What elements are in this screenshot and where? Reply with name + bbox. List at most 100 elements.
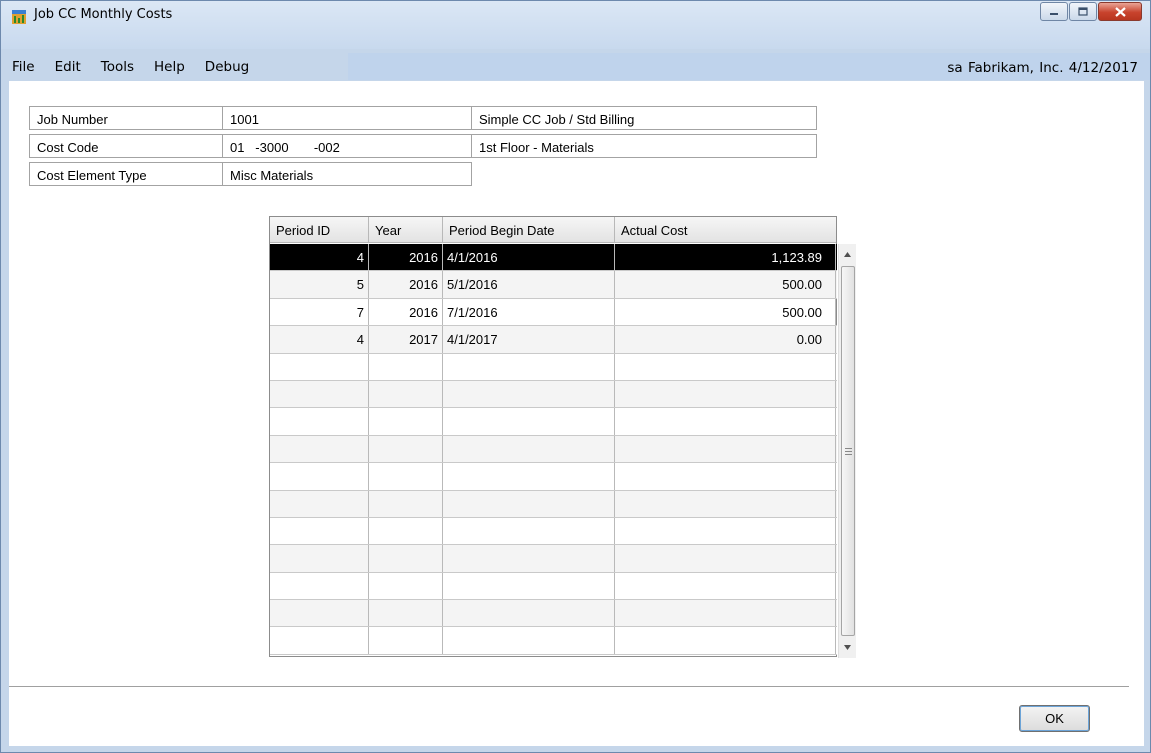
- title-bar[interactable]: Job CC Monthly Costs: [1, 1, 1150, 49]
- empty-cell: [369, 572, 443, 600]
- app-icon: [12, 10, 26, 24]
- menu-debug[interactable]: Debug: [195, 59, 259, 75]
- cell-begin-date: 4/1/2017: [443, 326, 615, 353]
- empty-table-row[interactable]: [270, 600, 837, 628]
- empty-table-row[interactable]: [270, 380, 837, 409]
- empty-cell: [443, 627, 615, 654]
- cost-code-field[interactable]: 01 -3000 -002: [222, 134, 472, 158]
- menu-help[interactable]: Help: [144, 59, 195, 75]
- empty-table-row[interactable]: [270, 517, 837, 546]
- empty-table-row[interactable]: [270, 353, 837, 381]
- empty-cell: [443, 353, 615, 380]
- maximize-button[interactable]: [1069, 2, 1097, 21]
- close-button[interactable]: [1098, 2, 1142, 21]
- cost-element-type-label: Cost Element Type: [29, 162, 223, 186]
- empty-cell: [615, 490, 836, 517]
- menu-bar: File Edit Tools Help Debug: [2, 53, 348, 80]
- empty-cell: [369, 490, 443, 517]
- empty-cell: [615, 435, 836, 463]
- grid-header: Period ID Year Period Begin Date Actual …: [270, 217, 836, 243]
- table-row[interactable]: 4 2016 4/1/2016 1,123.89: [270, 244, 837, 272]
- menu-file[interactable]: File: [2, 59, 45, 75]
- column-header-year[interactable]: Year: [369, 217, 443, 243]
- empty-table-row[interactable]: [270, 490, 837, 518]
- empty-cell: [369, 545, 443, 572]
- cost-code-description: 1st Floor - Materials: [471, 134, 817, 158]
- empty-cell: [270, 572, 369, 600]
- empty-cell: [615, 572, 836, 600]
- close-icon: [1114, 6, 1126, 17]
- cell-actual-cost: 1,123.89: [615, 244, 836, 271]
- empty-cell: [270, 353, 369, 380]
- app-window: Job CC Monthly Costs File Edit Tools Hel…: [0, 0, 1151, 753]
- column-header-period-begin-date[interactable]: Period Begin Date: [443, 217, 615, 243]
- empty-table-row[interactable]: [270, 545, 837, 573]
- grid-body: 4 2016 4/1/2016 1,123.89 5 2016 5/1/2016…: [270, 244, 837, 656]
- cell-period-id: 4: [270, 326, 369, 353]
- cell-year: 2016: [369, 271, 443, 298]
- empty-cell: [369, 408, 443, 435]
- cell-begin-date: 4/1/2016: [443, 244, 615, 271]
- empty-cell: [443, 408, 615, 435]
- empty-cell: [369, 353, 443, 380]
- job-number-field[interactable]: 1001: [222, 106, 472, 130]
- minimize-button[interactable]: [1040, 2, 1068, 21]
- empty-table-row[interactable]: [270, 572, 837, 601]
- scroll-thumb[interactable]: [841, 266, 855, 636]
- empty-cell: [443, 517, 615, 545]
- empty-cell: [443, 380, 615, 408]
- user-company-date: sa Fabrikam, Inc. 4/12/2017: [947, 60, 1138, 76]
- empty-table-row[interactable]: [270, 408, 837, 436]
- scroll-down-button[interactable]: [839, 639, 856, 656]
- cell-period-id: 4: [270, 244, 369, 271]
- window-title: Job CC Monthly Costs: [34, 7, 173, 22]
- column-header-period-id[interactable]: Period ID: [270, 217, 369, 243]
- empty-cell: [369, 463, 443, 490]
- empty-cell: [615, 545, 836, 572]
- monthly-costs-grid: Period ID Year Period Begin Date Actual …: [269, 216, 856, 658]
- cell-period-id: 7: [270, 298, 369, 326]
- table-row[interactable]: 4 2017 4/1/2017 0.00: [270, 326, 837, 354]
- empty-cell: [443, 490, 615, 517]
- cost-code-label: Cost Code: [29, 134, 223, 158]
- empty-cell: [615, 600, 836, 627]
- chevron-up-icon: [844, 252, 851, 257]
- empty-cell: [615, 353, 836, 380]
- ok-button[interactable]: OK: [1019, 705, 1090, 732]
- empty-cell: [443, 545, 615, 572]
- grip-icon: [844, 447, 852, 455]
- empty-cell: [443, 572, 615, 600]
- empty-cell: [270, 435, 369, 463]
- empty-cell: [369, 435, 443, 463]
- menu-edit[interactable]: Edit: [45, 59, 91, 75]
- table-row[interactable]: 7 2016 7/1/2016 500.00: [270, 298, 837, 327]
- cell-year: 2016: [369, 244, 443, 271]
- empty-cell: [443, 463, 615, 490]
- empty-cell: [270, 627, 369, 654]
- minimize-icon: [1050, 12, 1058, 15]
- menu-tools[interactable]: Tools: [91, 59, 144, 75]
- empty-cell: [369, 380, 443, 408]
- table-row[interactable]: 5 2016 5/1/2016 500.00: [270, 271, 837, 299]
- grid-scrollbar[interactable]: [838, 244, 856, 658]
- column-header-actual-cost[interactable]: Actual Cost: [615, 217, 836, 243]
- empty-cell: [270, 600, 369, 627]
- cell-begin-date: 5/1/2016: [443, 271, 615, 298]
- empty-cell: [369, 600, 443, 627]
- empty-cell: [615, 408, 836, 435]
- scroll-up-button[interactable]: [839, 246, 856, 263]
- cell-begin-date: 7/1/2016: [443, 298, 615, 326]
- cell-year: 2016: [369, 298, 443, 326]
- empty-table-row[interactable]: [270, 627, 837, 655]
- job-description: Simple CC Job / Std Billing: [471, 106, 817, 130]
- job-number-label: Job Number: [29, 106, 223, 130]
- empty-table-row[interactable]: [270, 463, 837, 491]
- cost-element-type-field[interactable]: Misc Materials: [222, 162, 472, 186]
- cell-year: 2017: [369, 326, 443, 353]
- cell-actual-cost: 500.00: [615, 298, 836, 326]
- empty-cell: [270, 380, 369, 408]
- empty-table-row[interactable]: [270, 435, 837, 464]
- empty-cell: [615, 463, 836, 490]
- empty-cell: [369, 627, 443, 654]
- chevron-down-icon: [844, 645, 851, 650]
